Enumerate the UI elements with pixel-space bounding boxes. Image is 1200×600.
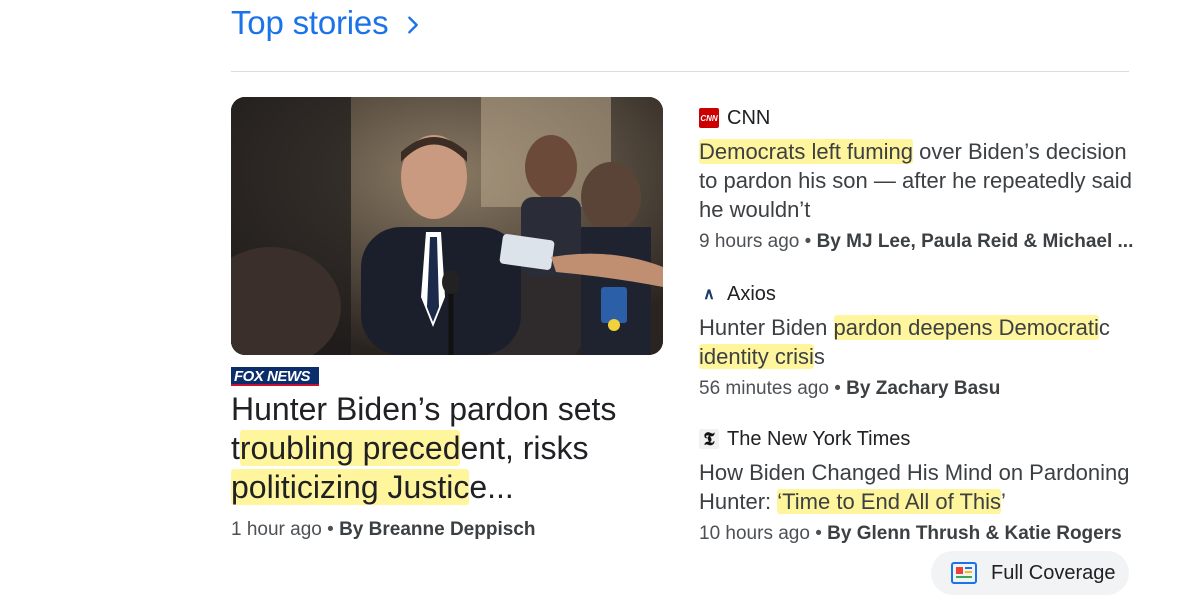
top-stories-header[interactable]: Top stories	[231, 4, 424, 42]
chevron-right-icon	[408, 15, 419, 34]
story-source: ∧ Axios	[699, 282, 1139, 306]
full-coverage-icon	[951, 562, 977, 584]
story-time: 1 hour ago	[231, 519, 322, 540]
story-meta: 9 hours ago • By MJ Lee, Paula Reid & Mi…	[699, 231, 1139, 253]
headline-text: ’	[1001, 489, 1006, 514]
story-meta: 56 minutes ago • By Zachary Basu	[699, 378, 1139, 400]
headline-text: s	[813, 344, 825, 369]
featured-headline[interactable]: Hunter Biden’s pardon sets troubling pre…	[231, 390, 671, 507]
headline-highlight: roubling preced	[239, 430, 461, 466]
headline-highlight: pardon deepens Democrati	[833, 315, 1099, 340]
cnn-logo-icon: CNN	[699, 108, 719, 128]
headline-highlight: Democrats left fuming	[699, 139, 913, 164]
full-coverage-button[interactable]: Full Coverage	[931, 551, 1129, 595]
featured-story[interactable]: FOX NEWS Hunter Biden’s pardon sets trou…	[231, 97, 663, 541]
meta-separator: •	[828, 378, 847, 399]
story-source: 𝕿 The New York Times	[699, 427, 1139, 451]
meta-separator: •	[799, 231, 817, 252]
headline-text: Hunter Biden	[699, 315, 834, 340]
headline-highlight: ‘Time to End All of This	[777, 489, 1002, 514]
story-axios[interactable]: ∧ Axios Hunter Biden pardon deepens Demo…	[699, 282, 1139, 400]
headline-highlight: identity crisi	[699, 344, 814, 369]
full-coverage-label: Full Coverage	[991, 561, 1116, 584]
section-divider	[231, 71, 1129, 72]
headline-text: c	[1098, 315, 1110, 340]
source-name: CNN	[727, 106, 771, 129]
story-source: CNN CNN	[699, 106, 1139, 130]
story-time: 56 minutes ago	[699, 378, 829, 399]
story-headline[interactable]: Democrats left fuming over Biden’s decis…	[699, 137, 1139, 224]
story-nyt[interactable]: 𝕿 The New York Times How Biden Changed H…	[699, 427, 1139, 545]
story-headline[interactable]: Hunter Biden pardon deepens Democratic i…	[699, 313, 1139, 371]
story-byline: By Zachary Basu	[846, 378, 1001, 399]
story-meta: 10 hours ago • By Glenn Thrush & Katie R…	[699, 523, 1139, 545]
story-byline: By Breanne Deppisch	[339, 519, 536, 540]
featured-meta: 1 hour ago • By Breanne Deppisch	[231, 519, 663, 541]
headline-highlight: politicizing Justic	[231, 469, 470, 505]
story-time: 9 hours ago	[699, 231, 800, 252]
fox-news-logo: FOX NEWS	[231, 367, 319, 386]
nyt-logo-icon: 𝕿	[699, 429, 719, 450]
story-cnn[interactable]: CNN CNN Democrats left fuming over Biden…	[699, 106, 1139, 253]
source-name: The New York Times	[727, 427, 911, 450]
story-byline: By MJ Lee, Paula Reid & Michael ...	[816, 231, 1134, 252]
headline-text: ent, risks	[460, 430, 589, 466]
story-headline[interactable]: How Biden Changed His Mind on Pardoning …	[699, 458, 1139, 516]
story-byline: By Glenn Thrush & Katie Rogers	[827, 523, 1122, 544]
story-time: 10 hours ago	[699, 523, 810, 544]
headline-text: e...	[469, 469, 514, 505]
source-name: Axios	[727, 282, 776, 305]
meta-separator: •	[809, 523, 828, 544]
featured-story-image[interactable]	[231, 97, 663, 355]
section-title: Top stories	[231, 4, 389, 41]
axios-logo-icon: ∧	[703, 286, 715, 303]
meta-separator: •	[321, 519, 340, 540]
